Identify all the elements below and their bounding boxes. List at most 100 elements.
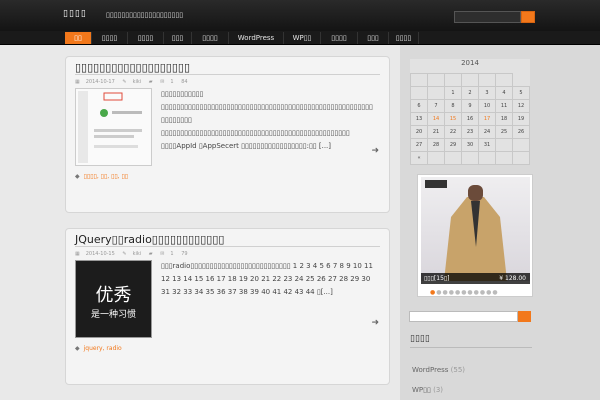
calendar-icon: ▦ (75, 79, 80, 85)
comment-count[interactable]: 1 (170, 251, 173, 257)
calendar-day[interactable]: 5 (512, 86, 530, 100)
header-search (454, 11, 535, 23)
calendar-day[interactable]: 23 (461, 125, 479, 139)
category-name[interactable]: WordPress (412, 366, 448, 374)
comment-icon: ✉ (160, 79, 165, 85)
nav-item[interactable]: ▯▯▯▯ (321, 32, 358, 44)
calendar-day[interactable]: 6 (410, 99, 428, 113)
calendar-day[interactable]: 10 (478, 99, 496, 113)
nav-item[interactable]: ▯▯▯▯ (92, 32, 128, 44)
divider (75, 74, 380, 75)
comment-count[interactable]: 1 (170, 79, 173, 85)
calendar-day[interactable]: 1 (444, 86, 462, 100)
nav-item[interactable]: ▯▯▯ (164, 32, 192, 44)
post-title[interactable]: JQuery▯▯radio▯▯▯▯▯▯▯▯▯▯▯▯ (75, 233, 224, 246)
thumbnail-screenshot (76, 89, 151, 165)
nav-item[interactable]: ▯▯▯▯ (389, 32, 419, 44)
calendar-day[interactable]: 15 (444, 112, 462, 126)
post-thumbnail[interactable]: 优秀 是一种习惯 (75, 260, 152, 338)
calendar-day[interactable]: 22 (444, 125, 462, 139)
calendar-day[interactable]: 4 (495, 86, 513, 100)
calendar-table: 1 2 3 4 5 6 7 8 9 10 11 12 13 14 15 16 17 18 19 20 21 22 23 24 2… (410, 73, 530, 165)
calendar-day[interactable]: 2 (461, 86, 479, 100)
calendar-day (495, 73, 513, 87)
calendar-day[interactable]: 18 (495, 112, 513, 126)
sidebar-search-input[interactable] (409, 311, 518, 322)
calendar-day (410, 86, 428, 100)
post-title[interactable]: ▯▯▯▯▯▯▯▯▯▯▯▯▯▯▯▯▯▯▯ (75, 61, 190, 74)
calendar-day[interactable]: 31 (478, 138, 496, 152)
tag-list[interactable]: ▯▯▯▯, ▯▯, ▯▯, ▯▯ (84, 173, 128, 180)
calendar-day[interactable]: 16 (461, 112, 479, 126)
category-count: (55) (450, 366, 466, 374)
post-date: 2014-10-15 (85, 251, 115, 257)
tag-icon: ◆ (75, 345, 80, 352)
calendar-day[interactable]: 28 (427, 138, 445, 152)
main-nav: ▯▯ ▯▯▯▯ ▯▯▯▯ ▯▯▯ ▯▯▯▯ WordPress WP▯▯ ▯▯▯… (0, 31, 600, 45)
category-item[interactable]: WordPress (55) (412, 366, 465, 374)
category-name[interactable]: WP▯▯ (412, 386, 431, 394)
calendar-day (461, 151, 479, 165)
coat-illustration (425, 180, 507, 281)
calendar-day (444, 151, 462, 165)
calendar-day[interactable]: 14 (427, 112, 445, 126)
post-thumbnail[interactable] (75, 88, 152, 166)
calendar-day[interactable]: 12 (512, 99, 530, 113)
arrow-right-icon[interactable]: ➜ (371, 146, 379, 156)
calendar-day[interactable]: 17 (478, 112, 496, 126)
calendar-day[interactable]: 13 (410, 112, 428, 126)
product-image[interactable] (421, 177, 530, 281)
calendar-day[interactable]: 26 (512, 125, 530, 139)
nav-item-home[interactable]: ▯▯ (65, 32, 92, 44)
post-author[interactable]: kiki (133, 251, 142, 257)
calendar-day (444, 73, 462, 87)
arrow-right-icon[interactable]: ➜ (371, 318, 379, 328)
calendar-day[interactable]: 25 (495, 125, 513, 139)
user-icon: ✎ (122, 251, 127, 257)
calendar-day (427, 86, 445, 100)
calendar-day[interactable]: 21 (427, 125, 445, 139)
calendar-day[interactable]: 9 (461, 99, 479, 113)
calendar-day[interactable]: 24 (478, 125, 496, 139)
calendar-day[interactable]: 3 (478, 86, 496, 100)
nav-item[interactable]: ▯▯▯▯ (192, 32, 229, 44)
thumbnail-text: 优秀 (95, 285, 132, 306)
view-count: 84 (181, 79, 188, 85)
category-count: (3) (433, 386, 444, 394)
calendar-day[interactable]: « (410, 151, 428, 165)
search-input[interactable] (454, 11, 521, 23)
post-card: ▯▯▯▯▯▯▯▯▯▯▯▯▯▯▯▯▯▯▯ ▦ 2014-10-17 ✎ kiki ▰ … (65, 56, 390, 213)
calendar-day[interactable]: 29 (444, 138, 462, 152)
nav-item[interactable]: ▯▯▯ (358, 32, 389, 44)
calendar-day (478, 73, 496, 87)
nav-item-wp[interactable]: WP▯▯ (284, 32, 321, 44)
calendar-day[interactable]: 19 (512, 112, 530, 126)
slide-title: ▯▯▯[15▯] (424, 275, 450, 282)
calendar-day[interactable]: 11 (495, 99, 513, 113)
widget-title: ▯▯▯▯ (410, 334, 430, 344)
calendar-day[interactable]: 30 (461, 138, 479, 152)
sidebar-search-button[interactable] (518, 311, 531, 322)
slider-dots[interactable]: ●●●●●●●●●●● (430, 289, 499, 296)
calendar-day[interactable]: 20 (410, 125, 428, 139)
post-card: JQuery▯▯radio▯▯▯▯▯▯▯▯▯▯▯▯ ▦ 2014-10-15 ✎ k… (65, 228, 390, 385)
calendar-day[interactable]: 7 (427, 99, 445, 113)
calendar-caption: 2014 (461, 59, 479, 67)
post-date: 2014-10-17 (85, 79, 115, 85)
calendar-widget: 2014 1 2 3 4 5 6 7 8 9 10 11 12 13 14 15 16 17 18 19 20 21 22… (410, 59, 530, 165)
product-slider[interactable]: ▯▯▯[15▯] ¥ 128.00 ●●●●●●●●●●● (417, 174, 533, 297)
site-logo[interactable]: ▯▯▯▯ (63, 9, 87, 19)
calendar-day[interactable]: 27 (410, 138, 428, 152)
search-button[interactable] (521, 11, 535, 23)
nav-item[interactable]: ▯▯▯▯ (128, 32, 164, 44)
nav-item-wordpress[interactable]: WordPress (229, 32, 284, 44)
tag-icon: ◆ (75, 173, 80, 180)
tag-list[interactable]: jquery, radio (84, 345, 122, 352)
post-meta: ▦ 2014-10-15 ✎ kiki ▰ ✉ 1 79 (75, 251, 194, 257)
calendar-day (495, 138, 513, 152)
slide-price: ¥ 128.00 (499, 275, 526, 282)
category-item[interactable]: WP▯▯ (3) (412, 386, 443, 394)
calendar-day[interactable]: 8 (444, 99, 462, 113)
post-author[interactable]: kiki (133, 79, 142, 85)
post-tags: ◆ ▯▯▯▯, ▯▯, ▯▯, ▯▯ (75, 173, 128, 180)
